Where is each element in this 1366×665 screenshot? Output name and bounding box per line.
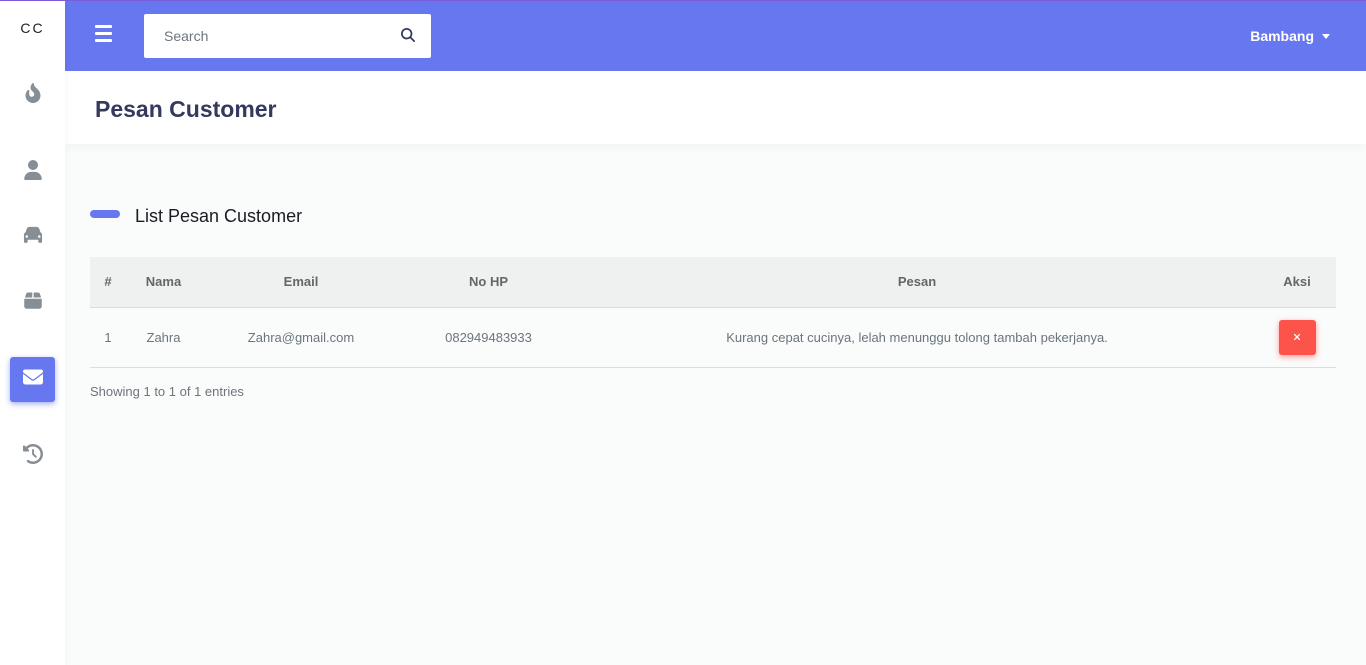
- envelope-icon: [22, 367, 43, 392]
- column-header-aksi[interactable]: Aksi: [1258, 257, 1336, 308]
- column-header-pesan[interactable]: Pesan: [576, 257, 1258, 308]
- table-header-row: # Nama Email No HP Pesan Aksi: [90, 257, 1336, 308]
- search-form: [144, 14, 431, 58]
- top-navbar: Bambang: [65, 0, 1366, 71]
- cell-nama: Zahra: [126, 307, 201, 368]
- user-name: Bambang: [1250, 28, 1314, 44]
- delete-button[interactable]: [1278, 319, 1316, 355]
- column-header-email[interactable]: Email: [201, 257, 401, 308]
- sidebar-item-dashboard[interactable]: [10, 73, 55, 118]
- section-header: Pesan Customer: [65, 71, 1366, 144]
- sidebar-item-users[interactable]: [10, 150, 55, 195]
- page-title: Pesan Customer: [95, 96, 277, 122]
- sidebar-item-products[interactable]: [10, 280, 55, 325]
- search-input[interactable]: [144, 14, 384, 58]
- cell-aksi: [1258, 307, 1336, 368]
- cell-number: 1: [90, 307, 126, 368]
- history-icon: [22, 444, 43, 469]
- search-icon: [401, 28, 415, 42]
- table-info: Showing 1 to 1 of 1 entries: [90, 384, 244, 399]
- section-title-text: List Pesan Customer: [135, 206, 303, 226]
- title-accent-bar: [90, 209, 120, 218]
- menu-toggle-button[interactable]: [93, 25, 115, 47]
- messages-table-container: # Nama Email No HP Pesan Aksi 1 Zahra Za…: [90, 257, 1336, 368]
- hamburger-icon-line: [95, 39, 112, 42]
- column-header-nama[interactable]: Nama: [126, 257, 201, 308]
- messages-table: # Nama Email No HP Pesan Aksi 1 Zahra Za…: [90, 257, 1336, 368]
- cell-no-hp: 082949483933: [401, 307, 576, 368]
- car-icon: [23, 225, 43, 250]
- cell-email: Zahra@gmail.com: [201, 307, 401, 368]
- top-accent-line: [0, 0, 1366, 1]
- close-icon: [1293, 333, 1301, 341]
- fire-icon: [23, 82, 43, 108]
- sidebar: CC: [0, 0, 65, 665]
- hamburger-icon-line: [95, 32, 112, 35]
- cell-pesan: Kurang cepat cucinya, lelah menunggu tol…: [576, 307, 1258, 368]
- sidebar-item-vehicles[interactable]: [10, 215, 55, 260]
- brand-logo[interactable]: CC: [0, 20, 65, 36]
- column-header-number[interactable]: #: [90, 257, 126, 308]
- sidebar-item-history[interactable]: [10, 434, 55, 479]
- table-row: 1 Zahra Zahra@gmail.com 082949483933 Kur…: [90, 307, 1336, 368]
- user-dropdown[interactable]: Bambang: [1250, 28, 1330, 44]
- column-header-no-hp[interactable]: No HP: [401, 257, 576, 308]
- user-icon: [23, 160, 43, 185]
- sidebar-item-messages[interactable]: [10, 357, 55, 402]
- section-title: List Pesan Customer: [90, 206, 302, 227]
- caret-down-icon: [1322, 33, 1330, 39]
- box-icon: [23, 290, 43, 315]
- search-button[interactable]: [401, 28, 417, 44]
- hamburger-icon: [95, 25, 112, 28]
